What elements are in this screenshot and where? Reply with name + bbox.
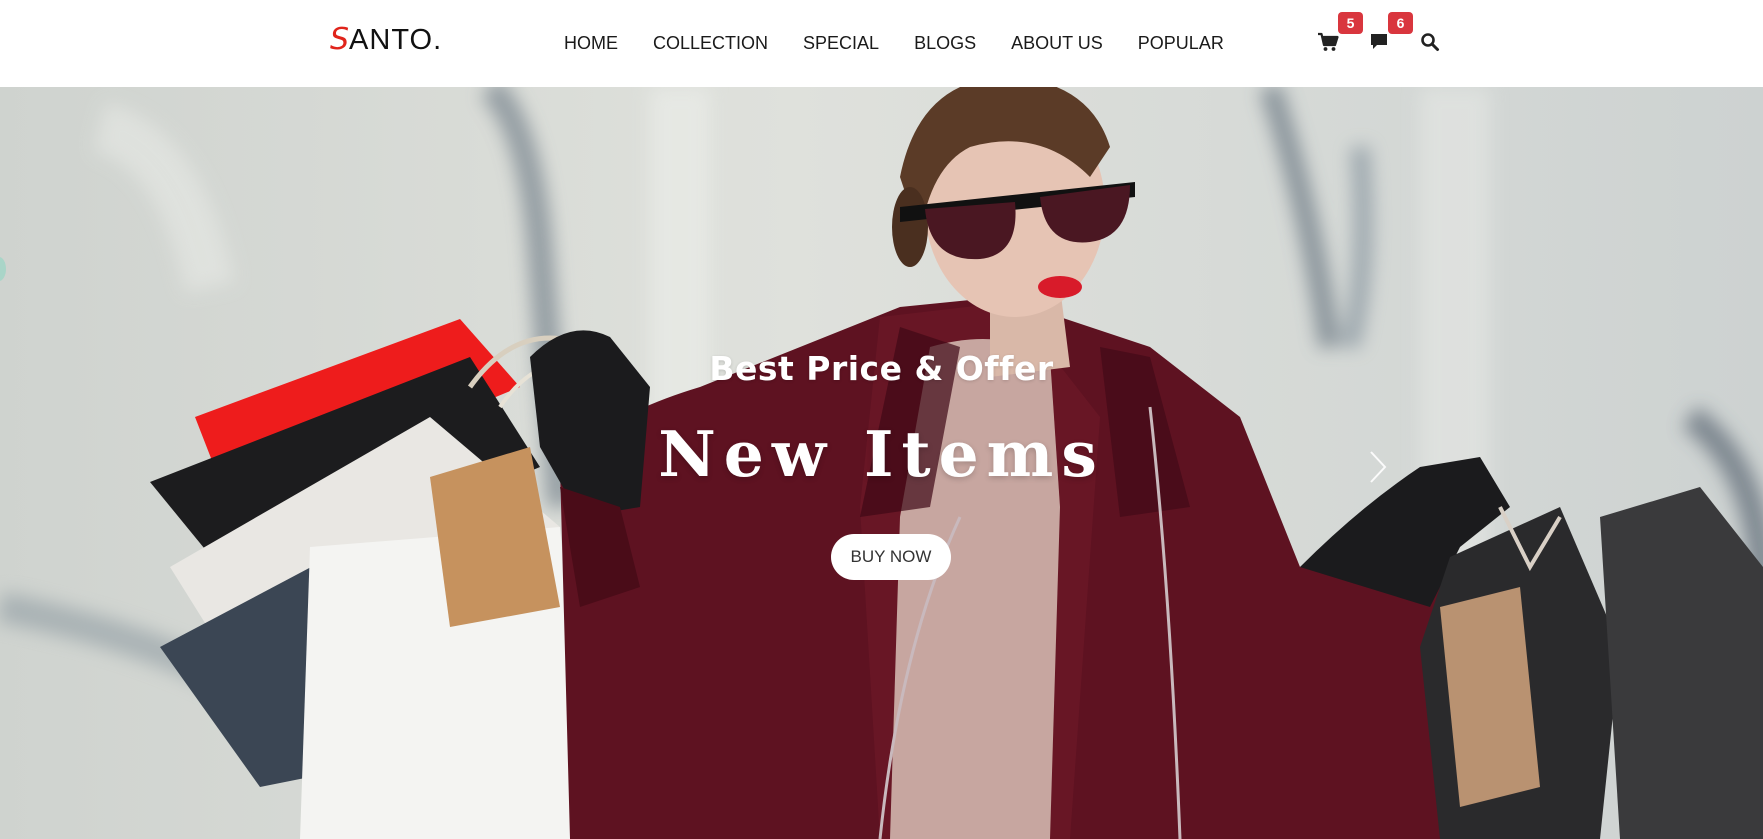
chat-icon [1371, 34, 1387, 49]
nav-popular[interactable]: POPULAR [1138, 30, 1224, 56]
logo-text: ANTO. [349, 24, 443, 56]
chevron-right-icon [1370, 451, 1387, 483]
nav-home[interactable]: HOME [564, 30, 618, 56]
cart-icon [1318, 32, 1339, 51]
buy-now-button[interactable]: BUY NOW [831, 534, 951, 580]
brand-logo[interactable]: SANTO. [330, 20, 442, 60]
hero-subtitle: Best Price & Offer [709, 349, 1054, 388]
search-button[interactable] [1416, 28, 1444, 56]
nav-about-us[interactable]: ABOUT US [1011, 30, 1103, 56]
cart-count-badge: 5 [1338, 12, 1363, 34]
logo-initial: S [330, 22, 350, 57]
search-icon [1421, 33, 1439, 51]
hero-title: New Items [658, 417, 1105, 491]
messages-count-badge: 6 [1388, 12, 1413, 34]
nav-blogs[interactable]: BLOGS [914, 30, 976, 56]
nav-special[interactable]: SPECIAL [803, 30, 879, 56]
site-header: SANTO. HOME COLLECTION SPECIAL BLOGS ABO… [0, 0, 1763, 87]
main-nav: HOME COLLECTION SPECIAL BLOGS ABOUT US P… [564, 30, 1259, 56]
slider-next-button[interactable] [1366, 447, 1390, 487]
hero-slider: Best Price & Offer New Items BUY NOW [0, 87, 1763, 839]
nav-collection[interactable]: COLLECTION [653, 30, 768, 56]
